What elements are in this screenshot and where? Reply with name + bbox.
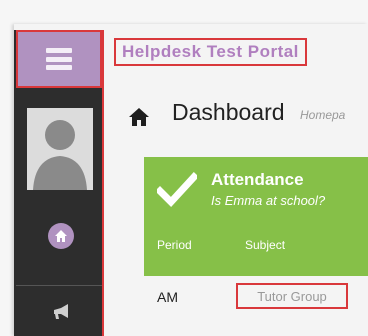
home-icon [129, 108, 149, 126]
hamburger-icon [46, 48, 72, 70]
portal-title-text: Helpdesk Test Portal [122, 42, 299, 61]
portal-title[interactable]: Helpdesk Test Portal [114, 38, 307, 66]
table-row-period: AM [157, 289, 178, 305]
column-header-period: Period [157, 238, 192, 252]
user-silhouette-icon [27, 108, 93, 190]
checkmark-icon [157, 172, 197, 208]
megaphone-icon[interactable] [52, 303, 72, 321]
column-header-subject: Subject [245, 238, 286, 252]
menu-button[interactable] [16, 30, 102, 88]
sidebar-divider [16, 285, 102, 286]
breadcrumb[interactable]: Homepa [300, 108, 368, 122]
table-row-subject[interactable]: Tutor Group [236, 283, 348, 309]
attendance-title: Attendance [211, 170, 304, 189]
home-icon [55, 230, 67, 242]
sidebar-home-button[interactable] [48, 223, 74, 249]
avatar[interactable] [27, 108, 93, 190]
page-title: Dashboard [172, 99, 285, 125]
attendance-question: Is Emma at school? [211, 193, 326, 208]
subject-label: Tutor Group [257, 288, 327, 304]
